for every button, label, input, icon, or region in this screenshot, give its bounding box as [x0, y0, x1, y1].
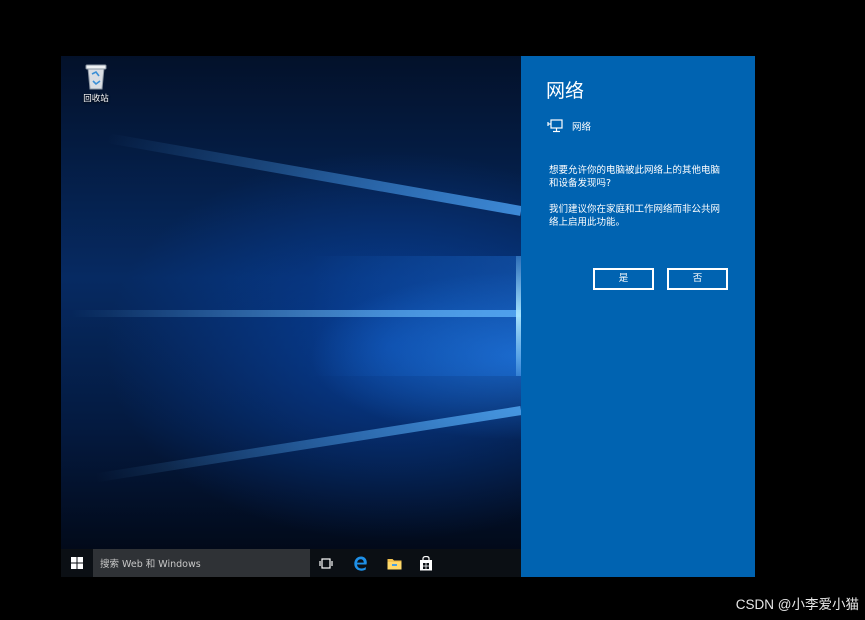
network-discovery-flyout: 网络 网络 想要允许你的电脑被此网络上的其他电脑和设备发现吗? 我们建议你在家庭… — [521, 56, 755, 577]
store-button[interactable] — [413, 549, 439, 577]
edge-button[interactable] — [347, 549, 373, 577]
edge-browser-icon — [353, 556, 367, 571]
task-view-button[interactable] — [313, 549, 339, 577]
wallpaper-light-beam — [106, 133, 522, 216]
yes-button[interactable]: 是 — [593, 268, 654, 290]
network-entry: 网络 — [547, 119, 591, 133]
network-name: 网络 — [572, 122, 592, 133]
taskbar: 搜索 Web 和 Windows — [61, 549, 521, 577]
no-button[interactable]: 否 — [667, 268, 728, 290]
search-placeholder: 搜索 Web 和 Windows — [100, 559, 201, 570]
store-icon — [420, 555, 432, 570]
discovery-recommendation: 我们建议你在家庭和工作网络而非公共网络上启用此功能。 — [549, 204, 721, 228]
wired-network-icon — [547, 119, 563, 133]
desktop-wallpaper: 回收站 — [61, 56, 522, 549]
recycle-bin-shortcut[interactable]: 回收站 — [71, 62, 121, 104]
start-button[interactable] — [61, 549, 93, 577]
flyout-title: 网络 — [546, 80, 585, 102]
csdn-watermark: CSDN @小李爱小猫 — [735, 597, 859, 612]
windows-desktop-screen: 回收站 搜索 Web 和 Windows 网络 网络 想要允许你的电脑被此网络上… — [61, 56, 755, 577]
discovery-question: 想要允许你的电脑被此网络上的其他电脑和设备发现吗? — [549, 165, 721, 189]
search-input[interactable]: 搜索 Web 和 Windows — [93, 549, 310, 577]
windows-start-icon — [71, 557, 83, 569]
recycle-bin-label: 回收站 — [83, 94, 109, 104]
task-view-icon — [319, 557, 333, 569]
file-explorer-icon — [387, 558, 401, 569]
wallpaper-light-beam — [95, 406, 522, 483]
recycle-bin-icon — [85, 64, 107, 90]
wallpaper-light-beam — [311, 256, 521, 376]
file-explorer-button[interactable] — [381, 549, 407, 577]
